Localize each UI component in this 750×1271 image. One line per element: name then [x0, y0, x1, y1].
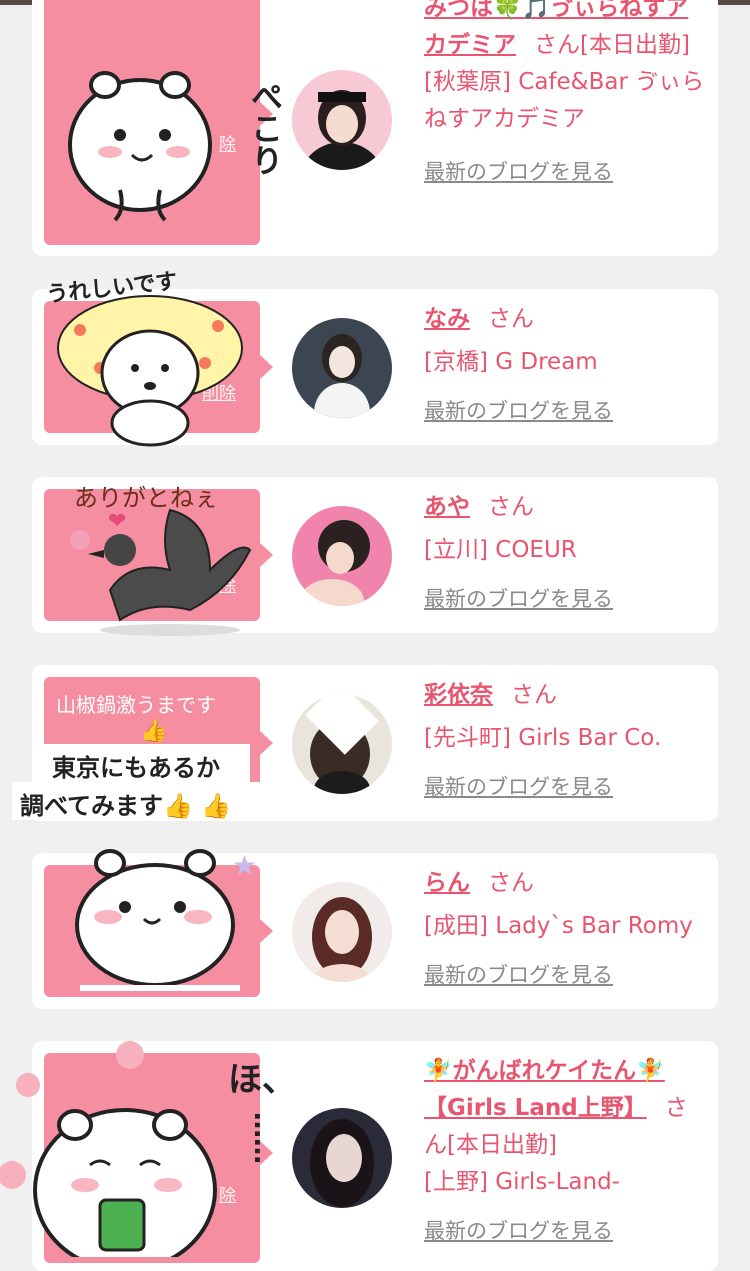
girl-name-link[interactable]: なみ [424, 306, 470, 332]
girl-name-link[interactable]: 彩依奈 [424, 682, 493, 708]
avatar[interactable] [292, 506, 392, 606]
status-label: [本日出勤] [447, 1132, 557, 1158]
girl-name-link[interactable]: 🧚がんばれケイたん🧚【Girls Land上野】 [424, 1058, 665, 1121]
blog-link[interactable]: 最新のブログを見る [424, 154, 709, 191]
bubble-arrow [260, 355, 273, 379]
girl-info: なみ さん [京橋] G Dream 最新のブログを見る [424, 301, 709, 430]
thumbs-up-icon: 👍 [140, 719, 168, 744]
girl-info: らん さん [成田] Lady`s Bar Romy 最新のブログを見る [424, 865, 709, 994]
sticker-text: ありがとねぇ [74, 484, 218, 512]
girl-name-link[interactable]: らん [424, 870, 470, 896]
blog-link[interactable]: 最新のブログを見る [424, 1213, 709, 1250]
bubble-message: 山椒鍋激うまです [56, 693, 216, 717]
sticker-text: ぺこり [246, 80, 284, 176]
blog-link[interactable]: 最新のブログを見る [424, 769, 709, 806]
san-label: さん [488, 306, 534, 332]
bubble-arrow [260, 731, 273, 755]
shop-label: [成田] Lady`s Bar Romy [424, 913, 693, 939]
blog-link[interactable]: 最新のブログを見る [424, 581, 709, 618]
avatar[interactable] [292, 882, 392, 982]
blog-link[interactable]: 最新のブログを見る [424, 393, 709, 430]
avatar[interactable] [292, 70, 392, 170]
hamster-sticker: ★ [60, 845, 270, 1015]
hamster-sticker: ぺこり [60, 30, 284, 230]
san-label: さん [488, 494, 534, 520]
hamster-cup-sticker: ほ、 …… [0, 1040, 296, 1271]
avatar[interactable] [292, 694, 392, 794]
sticker-line-2: 調べてみます👍 👍 [20, 792, 232, 820]
girl-info: あや さん [立川] COEUR 最新のブログを見る [424, 489, 709, 618]
happy-sticker: うれしいです [40, 268, 260, 448]
avatar[interactable] [292, 1108, 392, 1208]
shop-label: [秋葉原] Cafe&Bar ゔぃらねすアカデミア [424, 69, 705, 132]
shop-label: [先斗町] Girls Bar Co. [424, 725, 662, 751]
girl-info: 🧚がんばれケイたん🧚【Girls Land上野】 さん[本日出勤] [上野] Gi… [424, 1053, 709, 1250]
shop-label: [立川] COEUR [424, 537, 577, 563]
shop-label: [上野] Girls-Land- [424, 1169, 620, 1195]
sticker-dots: …… [248, 1112, 278, 1164]
sticker-line-1: 東京にもあるか [52, 754, 220, 782]
avatar[interactable] [292, 318, 392, 418]
san-label: さん [534, 32, 580, 58]
girl-name-link[interactable]: あや [424, 494, 470, 520]
girl-info: みつは🍀🎵ゔぃらねすアカデミア さん[本日出勤] [秋葉原] Cafe&Bar ゔ… [424, 0, 709, 191]
san-label: さん [511, 682, 557, 708]
san-label: さん [488, 870, 534, 896]
blog-link[interactable]: 最新のブログを見る [424, 957, 709, 994]
status-label: [本日出勤] [580, 32, 690, 58]
shop-label: [京橋] G Dream [424, 349, 598, 375]
sticker-text: ほ、 [228, 1060, 296, 1100]
svg-text:★: ★ [232, 849, 257, 882]
crow-sticker: ❤ ありがとねぇ [60, 470, 270, 645]
girl-info: 彩依奈 さん [先斗町] Girls Bar Co. 最新のブログを見る [424, 677, 709, 806]
